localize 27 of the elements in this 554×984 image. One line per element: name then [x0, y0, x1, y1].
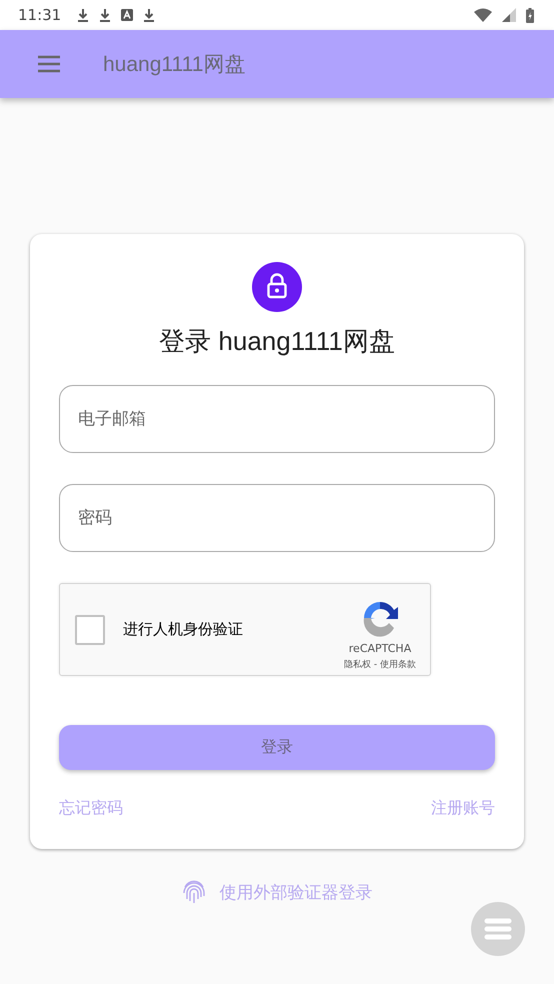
login-button[interactable]: 登录 — [59, 725, 495, 770]
app-title: huang1111网盘 — [103, 52, 246, 78]
wifi-icon — [474, 8, 492, 22]
password-field[interactable]: 密码 — [59, 484, 495, 552]
menu-fab[interactable] — [471, 902, 525, 956]
register-link[interactable]: 注册账号 — [431, 798, 495, 819]
fingerprint-icon — [182, 879, 206, 905]
email-field[interactable]: 电子邮箱 — [59, 385, 495, 453]
link-separator: - — [372, 660, 378, 670]
terms-link[interactable]: 使用条款 — [380, 660, 416, 670]
signal-icon — [502, 8, 516, 22]
download-icon — [143, 8, 156, 22]
forgot-password-link[interactable]: 忘记密码 — [59, 798, 123, 819]
recaptcha-brand: reCAPTCHA — [348, 642, 412, 655]
download-icon — [77, 8, 90, 22]
captcha-checkbox[interactable] — [75, 614, 105, 644]
battery-icon — [526, 8, 534, 22]
menu-icon — [484, 918, 512, 940]
menu-button[interactable] — [37, 55, 61, 73]
status-time: 11:31 — [18, 6, 62, 24]
lock-icon — [252, 262, 302, 312]
download-icon — [99, 8, 112, 22]
privacy-link[interactable]: 隐私权 — [344, 660, 372, 670]
notification-icon — [121, 9, 134, 21]
external-login-link[interactable]: 使用外部验证器登录 — [220, 880, 372, 904]
login-title: 登录 huang1111网盘 — [159, 325, 395, 358]
captcha-label: 进行人机身份验证 — [123, 620, 243, 639]
